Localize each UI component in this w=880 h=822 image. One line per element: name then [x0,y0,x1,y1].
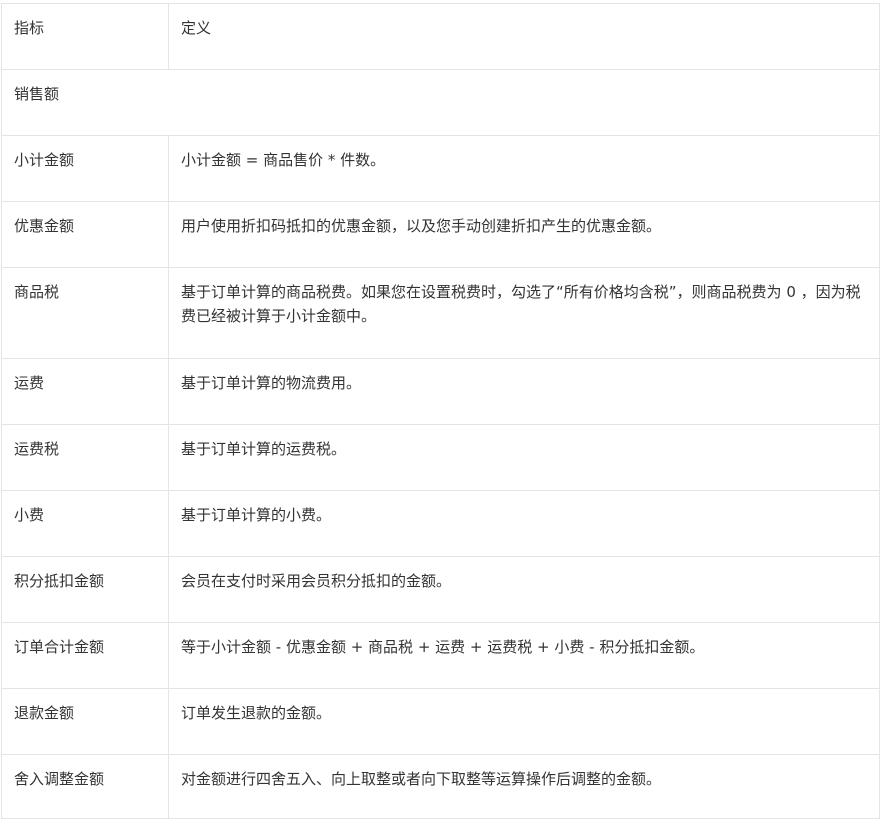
section-row: 销售额 [1,69,880,136]
metric-name: 小费 [1,490,169,557]
table-row: 小计金额 小计金额 = 商品售价 * 件数。 [1,135,880,202]
table-row: 订单合计金额 等于小计金额 - 优惠金额 + 商品税 + 运费 + 运费税 + … [1,622,880,689]
metric-definition: 小计金额 = 商品售价 * 件数。 [168,135,880,202]
metric-definition: 基于订单计算的小费。 [168,490,880,557]
table-row: 舍入调整金额 对金额进行四舍五入、向上取整或者向下取整等运算操作后调整的金额。 [1,754,880,819]
table-row: 积分抵扣金额 会员在支付时采用会员积分抵扣的金额。 [1,556,880,623]
table-row: 小费 基于订单计算的小费。 [1,490,880,557]
metric-name: 积分抵扣金额 [1,556,169,623]
table-row: 运费 基于订单计算的物流费用。 [1,358,880,425]
metric-name: 退款金额 [1,688,169,755]
metric-name: 舍入调整金额 [1,754,169,819]
metric-definition: 基于订单计算的物流费用。 [168,358,880,425]
metric-definition: 会员在支付时采用会员积分抵扣的金额。 [168,556,880,623]
table-row: 运费税 基于订单计算的运费税。 [1,424,880,491]
table-row: 优惠金额 用户使用折扣码抵扣的优惠金额，以及您手动创建折扣产生的优惠金额。 [1,201,880,268]
metric-definition: 用户使用折扣码抵扣的优惠金额，以及您手动创建折扣产生的优惠金额。 [168,201,880,268]
metric-definition: 等于小计金额 - 优惠金额 + 商品税 + 运费 + 运费税 + 小费 - 积分… [168,622,880,689]
table-row: 商品税 基于订单计算的商品税费。如果您在设置税费时，勾选了“所有价格均含税”，则… [1,267,880,359]
table-row: 退款金额 订单发生退款的金额。 [1,688,880,755]
header-definition: 定义 [168,3,880,70]
metric-name: 小计金额 [1,135,169,202]
metric-name: 订单合计金额 [1,622,169,689]
metric-definition: 基于订单计算的运费税。 [168,424,880,491]
metric-name: 运费 [1,358,169,425]
metric-name: 商品税 [1,267,169,359]
section-title: 销售额 [1,69,880,136]
metric-name: 优惠金额 [1,201,169,268]
metrics-table: 指标 定义 销售额 小计金额 小计金额 = 商品售价 * 件数。 优惠金额 用户… [1,3,880,819]
table-header-row: 指标 定义 [1,3,880,70]
header-metric: 指标 [1,3,169,70]
metric-definition: 对金额进行四舍五入、向上取整或者向下取整等运算操作后调整的金额。 [168,754,880,819]
metric-definition: 基于订单计算的商品税费。如果您在设置税费时，勾选了“所有价格均含税”，则商品税费… [168,267,880,359]
metric-definition: 订单发生退款的金额。 [168,688,880,755]
metric-name: 运费税 [1,424,169,491]
